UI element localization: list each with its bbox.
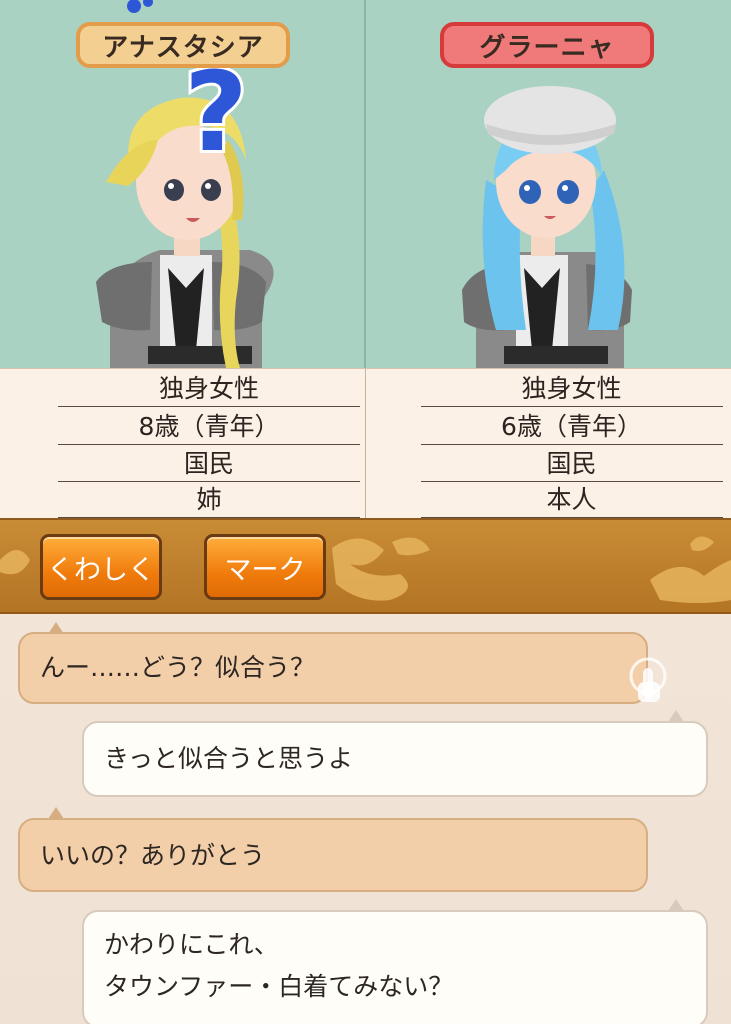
info-age: 6歳（青年） <box>420 409 723 445</box>
portrait-panels: ? アナスタシア グラーニャ <box>0 0 731 368</box>
chat-text: きっと似合うと思うよ <box>104 744 354 773</box>
portrait-granya[interactable]: グラーニャ <box>364 0 731 368</box>
name-plate-anastasia: アナスタシア <box>76 22 290 68</box>
chat-log: んー……どう？似合う？ きっと似合うと思うよ いいの？ありがとう かわりにこれ、… <box>0 614 731 1024</box>
name-plate-granya: グラーニャ <box>440 22 654 68</box>
details-button[interactable]: くわしく <box>40 534 162 600</box>
chat-text-line: かわりにこれ、 <box>104 930 279 959</box>
info-citizenship: 国民 <box>58 446 360 482</box>
chat-text: んー……どう？似合う？ <box>40 653 316 682</box>
character-info-table: 独身女性 8歳（青年） 国民 姉 独身女性 6歳（青年） 国民 本人 <box>0 368 731 519</box>
action-bar: くわしく マーク <box>0 518 731 614</box>
mark-button[interactable]: マーク <box>204 534 326 600</box>
tap-hand-icon[interactable] <box>628 656 674 708</box>
info-column-granya: 独身女性 6歳（青年） 国民 本人 <box>364 369 731 519</box>
portrait-anastasia[interactable]: ? アナスタシア <box>0 0 364 368</box>
chat-bubble-partner: いいの？ありがとう <box>18 818 648 892</box>
info-status: 独身女性 <box>420 371 723 407</box>
chat-text: いいの？ありがとう <box>40 841 266 870</box>
chat-text-line: タウンファー・白着てみない？ <box>104 972 454 1001</box>
game-screen: ? アナスタシア グラーニャ 独身女性 8歳（青年） 国民 姉 独身女性 6歳（… <box>0 0 731 1024</box>
info-relation: 本人 <box>420 482 723 518</box>
info-citizenship: 国民 <box>420 446 723 482</box>
chat-bubble-self: かわりにこれ、 タウンファー・白着てみない？ <box>82 910 708 1024</box>
info-column-anastasia: 独身女性 8歳（青年） 国民 姉 <box>0 369 365 519</box>
chat-bubble-self: きっと似合うと思うよ <box>82 721 708 797</box>
info-age: 8歳（青年） <box>58 409 360 445</box>
chat-bubble-partner: んー……どう？似合う？ <box>18 632 648 704</box>
info-status: 独身女性 <box>58 371 360 407</box>
info-relation: 姉 <box>58 482 360 518</box>
